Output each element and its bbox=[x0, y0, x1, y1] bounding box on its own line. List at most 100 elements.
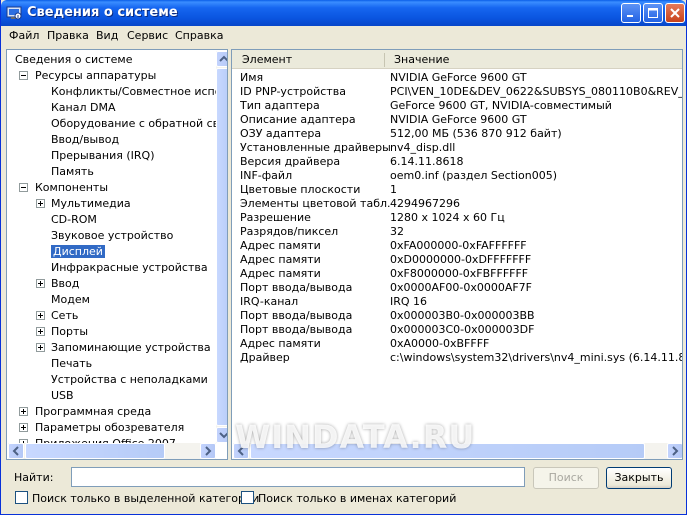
tree-item[interactable]: Программная среда bbox=[15, 404, 151, 420]
arrow-down-icon bbox=[219, 432, 227, 439]
item-value: NVIDIA GeForce 9600 GT bbox=[390, 113, 527, 126]
watermark: WINDATA.RU bbox=[235, 418, 476, 456]
item-value: c:\windows\system32\drivers\nv4_mini.sys… bbox=[390, 351, 682, 364]
tree-item[interactable]: Модем bbox=[51, 292, 90, 308]
arrow-left-icon bbox=[12, 446, 19, 456]
category-tree[interactable]: Сведения о системе Ресурсы аппаратуры Конф… bbox=[6, 49, 228, 460]
tree-item[interactable]: Сеть bbox=[36, 308, 79, 324]
expand-plus-icon[interactable] bbox=[36, 327, 45, 336]
column-element[interactable]: Элемент bbox=[242, 53, 292, 66]
tree-item[interactable]: Порты bbox=[36, 324, 89, 340]
arrow-right-icon bbox=[205, 446, 212, 456]
tree-item-label: Сведения о системе bbox=[15, 53, 133, 66]
tree-item[interactable]: Звуковое устройство bbox=[51, 228, 173, 244]
expand-plus-icon[interactable] bbox=[19, 407, 28, 416]
menu-view[interactable]: Вид bbox=[96, 29, 118, 42]
item-name: ОЗУ адаптера bbox=[240, 127, 322, 140]
details-list[interactable]: Элемент Значение Имя NVIDIA GeForce 9600 … bbox=[231, 49, 683, 460]
find-input[interactable] bbox=[71, 467, 525, 487]
close-button[interactable]: Закрыть bbox=[606, 467, 672, 489]
item-value: 1 bbox=[390, 183, 397, 196]
scroll-thumb[interactable] bbox=[216, 68, 227, 426]
title-bar[interactable]: Сведения о системе bbox=[1, 0, 686, 26]
search-category-names-checkbox[interactable] bbox=[241, 491, 254, 504]
item-value: 1280 x 1024 x 60 Гц bbox=[390, 211, 505, 224]
tree-horizontal-scrollbar[interactable] bbox=[8, 443, 216, 459]
item-value: 0x000003B0-0x000003BB bbox=[390, 309, 535, 322]
item-name: Описание адаптера bbox=[240, 113, 356, 126]
tree-item[interactable]: Мультимедиа bbox=[36, 196, 131, 212]
tree-item[interactable]: Оборудование с обратной связ bbox=[51, 116, 227, 132]
tree-item-label: Порты bbox=[51, 325, 89, 338]
tree-item-label: CD-ROM bbox=[51, 213, 97, 226]
expand-plus-icon[interactable] bbox=[36, 279, 45, 288]
search-selected-category-checkbox[interactable] bbox=[15, 491, 28, 504]
tree-item[interactable]: Запоминающие устройства bbox=[36, 340, 211, 356]
expand-plus-icon[interactable] bbox=[36, 343, 45, 352]
item-name: INF-файл bbox=[240, 169, 293, 182]
menu-bar: Файл Правка Вид Сервис Справка bbox=[1, 26, 686, 46]
tree-item[interactable]: Компоненты bbox=[15, 180, 108, 196]
list-header: Элемент Значение bbox=[232, 50, 682, 69]
tree-item-label: Мультимедиа bbox=[51, 197, 131, 210]
tree-item[interactable]: CD-ROM bbox=[51, 212, 97, 228]
scroll-left-button[interactable] bbox=[8, 443, 24, 459]
tree-item[interactable]: Прерывания (IRQ) bbox=[51, 148, 155, 164]
tree-item-label: Печать bbox=[51, 357, 93, 370]
close-window-button[interactable] bbox=[665, 3, 685, 23]
expand-plus-icon[interactable] bbox=[36, 199, 45, 208]
find-label: Найти: bbox=[14, 471, 54, 484]
minimize-button[interactable] bbox=[621, 3, 641, 23]
column-value[interactable]: Значение bbox=[394, 53, 449, 66]
minimize-icon bbox=[627, 15, 633, 17]
maximize-button[interactable] bbox=[643, 3, 663, 23]
tree-item[interactable]: Параметры обозревателя bbox=[15, 420, 184, 436]
tree-item[interactable]: Печать bbox=[51, 356, 92, 372]
tree-item[interactable]: Ввод bbox=[36, 276, 80, 292]
expand-plus-icon[interactable] bbox=[36, 311, 45, 320]
tree-item-label: Конфликты/Совместное испол bbox=[51, 85, 228, 98]
expand-plus-icon[interactable] bbox=[19, 423, 28, 432]
tree-item[interactable]: Конфликты/Совместное испол bbox=[51, 84, 228, 100]
scroll-right-button[interactable] bbox=[200, 443, 216, 459]
close-icon bbox=[670, 8, 680, 18]
menu-tools[interactable]: Сервис bbox=[127, 29, 168, 42]
tree-item[interactable]: Инфракрасные устройства bbox=[51, 260, 208, 276]
item-name: Адрес памяти bbox=[240, 267, 321, 280]
tree-item-label: Параметры обозревателя bbox=[35, 421, 185, 434]
tree-item[interactable]: Устройства с неполадками bbox=[51, 372, 208, 388]
tree-item[interactable]: Ресурсы аппаратуры bbox=[15, 68, 156, 84]
item-value: 0x0000AF00-0x0000AF7F bbox=[390, 281, 533, 294]
tree-item[interactable]: Дисплей bbox=[51, 244, 105, 260]
item-value: 0xF8000000-0xFBFFFFFF bbox=[390, 267, 529, 280]
tree-item[interactable]: Память bbox=[51, 164, 94, 180]
collapse-minus-icon[interactable] bbox=[19, 71, 28, 80]
collapse-minus-icon[interactable] bbox=[19, 183, 28, 192]
item-name: Адрес памяти bbox=[240, 253, 321, 266]
item-name: Разрядов/пиксел bbox=[240, 225, 339, 238]
tree-item-label: Ввод bbox=[51, 277, 80, 290]
scroll-right-button[interactable] bbox=[667, 443, 682, 459]
item-name: IRQ-канал bbox=[240, 295, 299, 308]
item-value: PCI\VEN_10DE&DEV_0622&SUBSYS_080110B0&RE… bbox=[390, 85, 683, 98]
tree-item[interactable]: Сведения о системе bbox=[15, 52, 132, 68]
item-value: 0xA0000-0xBFFFF bbox=[390, 337, 490, 350]
scroll-thumb[interactable] bbox=[25, 443, 165, 459]
scroll-up-button[interactable] bbox=[216, 51, 227, 67]
menu-help[interactable]: Справка bbox=[175, 29, 223, 42]
item-name: Цветовые плоскости bbox=[240, 183, 361, 196]
system-info-icon bbox=[6, 6, 22, 20]
scroll-down-button[interactable] bbox=[216, 427, 227, 443]
column-divider[interactable] bbox=[384, 53, 385, 67]
tree-item[interactable]: USB bbox=[51, 388, 74, 404]
tree-item-label: Сеть bbox=[51, 309, 79, 322]
menu-file[interactable]: Файл bbox=[9, 29, 39, 42]
menu-edit[interactable]: Правка bbox=[47, 29, 89, 42]
item-value: nv4_disp.dll bbox=[390, 141, 456, 154]
tree-vertical-scrollbar[interactable] bbox=[216, 51, 227, 443]
tree-item[interactable]: Ввод/вывод bbox=[51, 132, 119, 148]
tree-item[interactable]: Канал DMA bbox=[51, 100, 116, 116]
item-value: 6.14.11.8618 bbox=[390, 155, 464, 168]
search-button[interactable]: Поиск bbox=[533, 467, 599, 489]
arrow-right-icon bbox=[672, 446, 679, 456]
